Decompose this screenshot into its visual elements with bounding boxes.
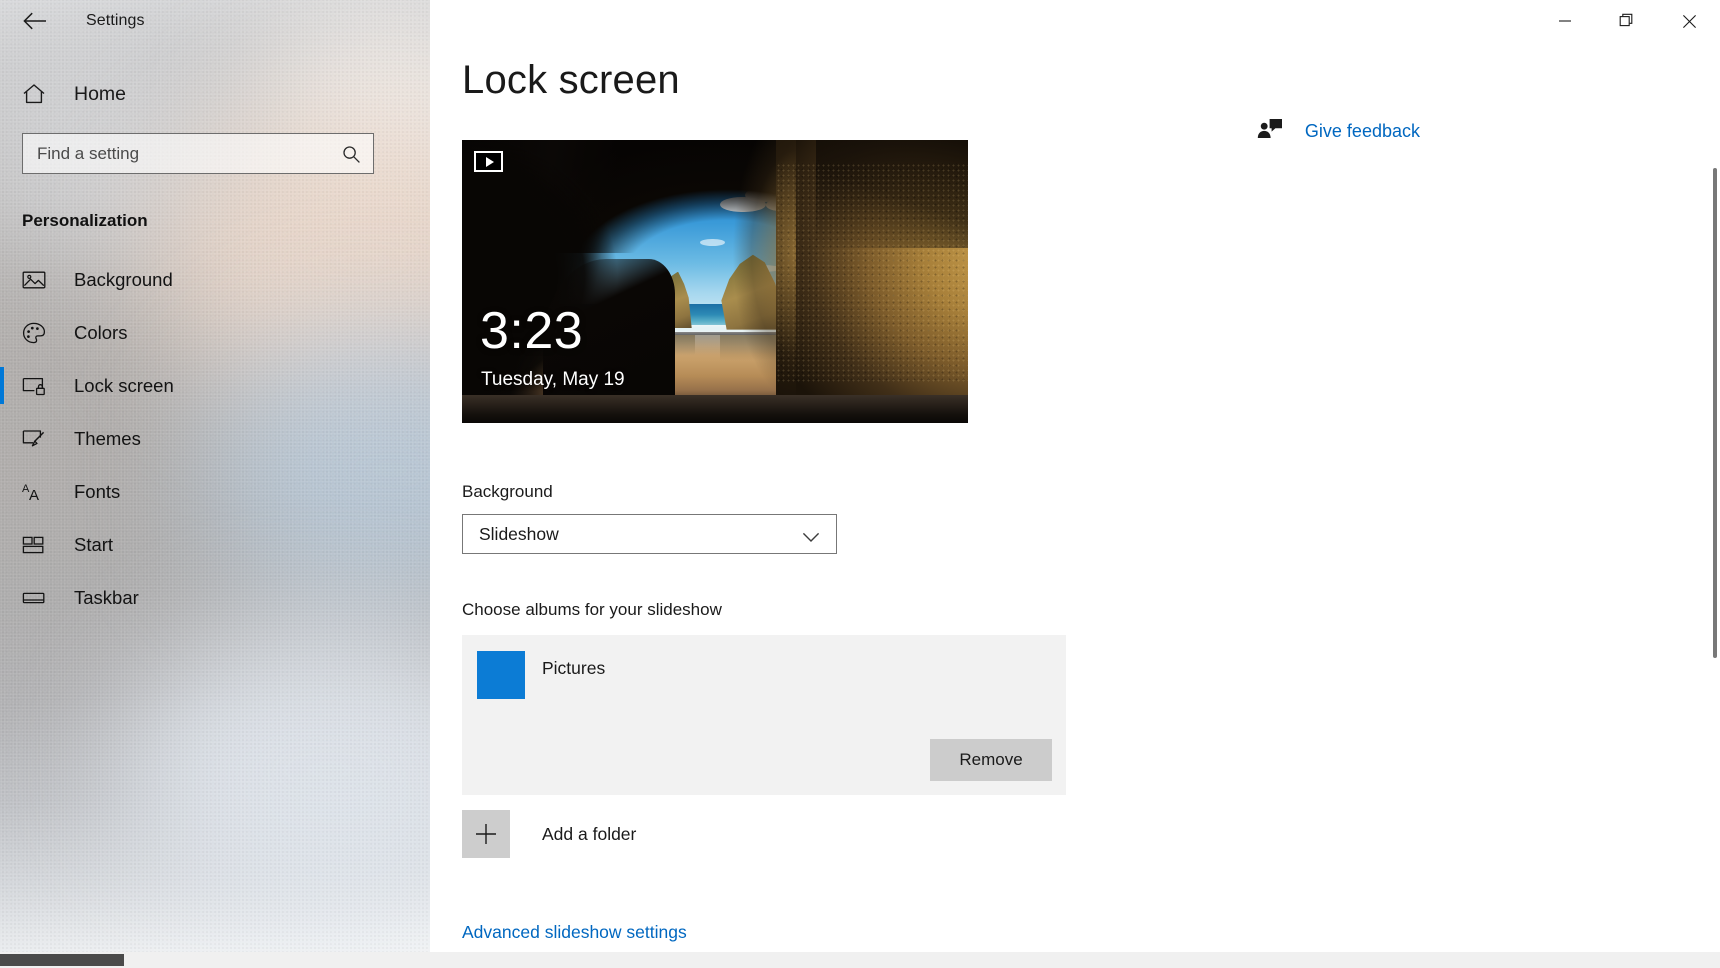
sidebar-item-label: Start	[74, 534, 113, 556]
lock-screen-icon	[22, 376, 56, 396]
back-arrow-icon[interactable]	[12, 5, 58, 37]
background-dropdown-value: Slideshow	[479, 524, 559, 545]
sidebar-item-label: Colors	[74, 322, 127, 344]
sidebar-item-label: Home	[74, 83, 126, 106]
remove-button[interactable]: Remove	[930, 739, 1052, 781]
sidebar-item-label: Fonts	[74, 481, 120, 503]
vertical-scrollbar[interactable]	[1710, 0, 1720, 952]
horizontal-scrollbar-thumb[interactable]	[0, 954, 124, 966]
sidebar-item-label: Themes	[74, 428, 141, 450]
preview-clock-time: 3:23	[480, 305, 583, 357]
titlebar-left: Settings	[0, 0, 430, 42]
home-icon	[22, 83, 56, 105]
page-title: Lock screen	[462, 58, 680, 103]
palette-icon	[22, 322, 56, 344]
album-name: Pictures	[542, 658, 605, 679]
add-a-folder-label: Add a folder	[542, 824, 636, 845]
album-thumbnail	[477, 651, 525, 699]
albums-section-label: Choose albums for your slideshow	[462, 600, 722, 620]
search-input[interactable]	[23, 134, 373, 173]
add-a-folder-button[interactable]: Add a folder	[462, 810, 636, 858]
minimize-icon[interactable]	[1534, 0, 1596, 42]
background-dropdown[interactable]: Slideshow	[462, 514, 837, 554]
album-list-item[interactable]: Pictures Remove	[462, 635, 1066, 795]
fonts-icon: A A	[22, 481, 56, 503]
background-field-label: Background	[462, 482, 553, 502]
search-icon[interactable]	[342, 145, 361, 169]
slideshow-play-icon	[474, 151, 503, 172]
sidebar-item-background[interactable]: Background	[0, 253, 430, 306]
preview-clock-date: Tuesday, May 19	[481, 369, 625, 391]
svg-text:A: A	[29, 487, 39, 503]
sidebar-item-home[interactable]: Home	[0, 72, 430, 116]
give-feedback-label: Give feedback	[1305, 121, 1420, 142]
lock-screen-preview[interactable]: 3:23 Tuesday, May 19	[462, 140, 968, 423]
feedback-person-icon	[1257, 118, 1283, 145]
plus-icon	[462, 810, 510, 858]
sidebar-item-themes[interactable]: Themes	[0, 412, 430, 465]
picture-icon	[22, 270, 56, 290]
sidebar-item-label: Lock screen	[74, 375, 174, 397]
window-controls	[1534, 0, 1720, 42]
settings-window: Settings Home Person	[0, 0, 1720, 968]
sidebar-section-title: Personalization	[22, 211, 430, 231]
advanced-slideshow-settings-link[interactable]: Advanced slideshow settings	[462, 922, 687, 943]
sidebar-nav: Background Colors	[0, 253, 430, 624]
horizontal-scrollbar[interactable]	[0, 952, 1720, 968]
app-title: Settings	[86, 12, 145, 30]
sidebar-item-label: Background	[74, 269, 173, 291]
restore-icon[interactable]	[1596, 0, 1658, 42]
sidebar-item-start[interactable]: Start	[0, 518, 430, 571]
taskbar-icon	[22, 589, 56, 607]
start-icon	[22, 535, 56, 555]
main-content: Lock screen Give feedback	[430, 0, 1720, 968]
sidebar: Settings Home Person	[0, 0, 430, 968]
give-feedback-link[interactable]: Give feedback	[1257, 118, 1420, 145]
vertical-scrollbar-thumb[interactable]	[1713, 168, 1717, 658]
sidebar-item-fonts[interactable]: A A Fonts	[0, 465, 430, 518]
search-box[interactable]	[22, 133, 374, 174]
chevron-down-icon	[802, 530, 820, 548]
sidebar-item-colors[interactable]: Colors	[0, 306, 430, 359]
sidebar-item-label: Taskbar	[74, 587, 139, 609]
sidebar-item-taskbar[interactable]: Taskbar	[0, 571, 430, 624]
brush-icon	[22, 428, 56, 449]
sidebar-item-lock-screen[interactable]: Lock screen	[0, 359, 430, 412]
